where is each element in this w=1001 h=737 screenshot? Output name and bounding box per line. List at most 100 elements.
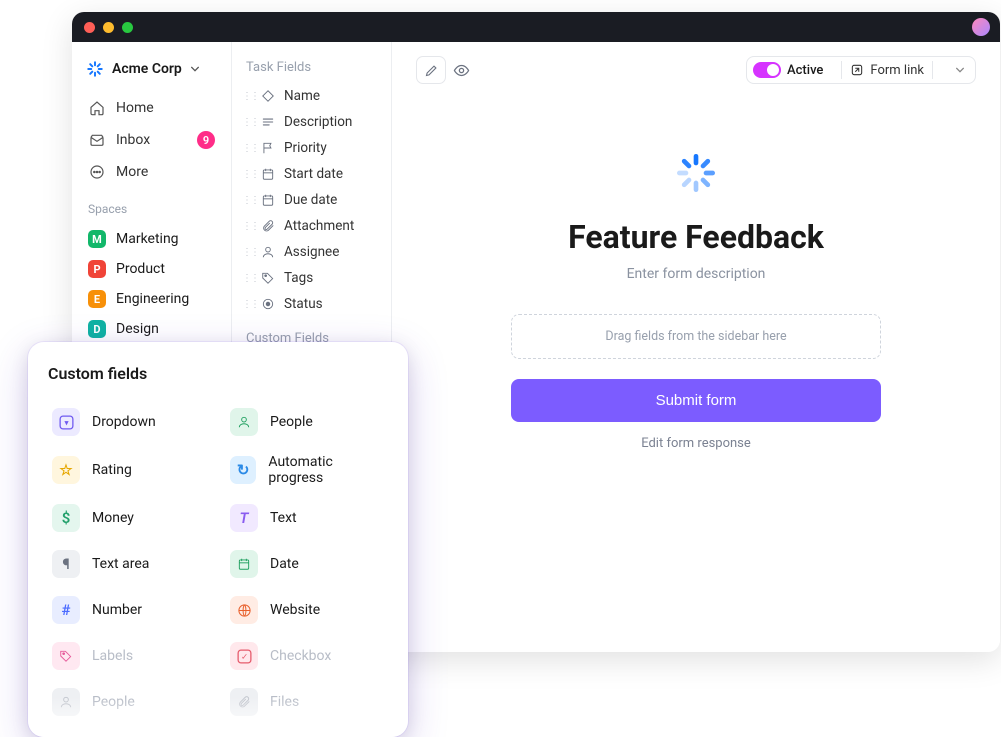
- custom-field-type[interactable]: TText: [226, 497, 388, 539]
- field-type-label: Dropdown: [92, 414, 156, 430]
- lines-icon: [260, 114, 276, 130]
- custom-field-type[interactable]: People: [226, 401, 388, 443]
- popover-title: Custom fields: [48, 364, 388, 383]
- field-type-icon: [230, 688, 258, 716]
- field-label: Name: [284, 88, 320, 104]
- flag-icon: [260, 140, 276, 156]
- task-field-item[interactable]: ⋮⋮ Due date: [238, 187, 385, 213]
- field-label: Attachment: [284, 218, 354, 234]
- custom-fields-grid: ▾ Dropdown People ☆Rating ↻Automatic progres…: [48, 401, 388, 723]
- space-item[interactable]: MMarketing: [82, 224, 221, 254]
- space-label: Marketing: [116, 231, 179, 247]
- custom-field-type: Files: [226, 681, 388, 723]
- calendar-icon: [260, 166, 276, 182]
- window-controls: [84, 22, 133, 33]
- divider: [841, 61, 842, 79]
- field-type-label: Automatic progress: [268, 454, 384, 486]
- task-field-item[interactable]: ⋮⋮ Tags: [238, 265, 385, 291]
- custom-field-type[interactable]: ▾ Dropdown: [48, 401, 210, 443]
- form-title[interactable]: Feature Feedback: [568, 218, 824, 256]
- form-canvas: Active Form link Feature Feedback Enter …: [392, 42, 1000, 652]
- space-item[interactable]: EEngineering: [82, 284, 221, 314]
- field-drop-zone[interactable]: Drag fields from the sidebar here: [511, 314, 881, 359]
- minimize-window-button[interactable]: [103, 22, 114, 33]
- drag-handle-icon: ⋮⋮: [242, 247, 252, 258]
- workspace-logo-icon: [86, 60, 104, 78]
- field-type-icon: #: [52, 596, 80, 624]
- task-field-item[interactable]: ⋮⋮Status: [238, 291, 385, 317]
- space-item[interactable]: PProduct: [82, 254, 221, 284]
- task-field-item[interactable]: ⋮⋮Priority: [238, 135, 385, 161]
- space-label: Design: [116, 321, 159, 337]
- custom-field-type[interactable]: Date: [226, 543, 388, 585]
- field-type-label: Checkbox: [270, 648, 331, 664]
- nav-home-label: Home: [116, 100, 154, 116]
- form-logo: [671, 148, 721, 198]
- form-options-dropdown[interactable]: [951, 65, 969, 75]
- calendar-icon: [260, 192, 276, 208]
- active-label: Active: [787, 63, 823, 78]
- field-label: Status: [284, 296, 323, 312]
- edit-mode-button[interactable]: [416, 56, 446, 84]
- field-type-icon: ☆: [52, 456, 80, 484]
- nav-more[interactable]: More: [82, 156, 221, 188]
- clip-icon: [260, 218, 276, 234]
- task-field-item[interactable]: ⋮⋮Description: [238, 109, 385, 135]
- field-type-icon: $: [52, 504, 80, 532]
- task-field-item[interactable]: ⋮⋮Start date: [238, 161, 385, 187]
- svg-text:✓: ✓: [240, 652, 247, 662]
- more-icon: [88, 163, 106, 181]
- titlebar: [72, 12, 1000, 42]
- task-fields-heading: Task Fields: [238, 56, 385, 83]
- field-type-icon: [230, 408, 258, 436]
- field-type-label: Text area: [92, 556, 149, 572]
- nav-home[interactable]: Home: [82, 92, 221, 124]
- form-description-placeholder[interactable]: Enter form description: [627, 266, 766, 282]
- inbox-icon: [88, 131, 106, 149]
- custom-field-type: Labels: [48, 635, 210, 677]
- field-label: Due date: [284, 192, 337, 208]
- task-field-item[interactable]: ⋮⋮Attachment: [238, 213, 385, 239]
- inbox-badge: 9: [197, 131, 215, 149]
- form-preview: Feature Feedback Enter form description …: [416, 84, 976, 451]
- custom-field-type[interactable]: $ Money: [48, 497, 210, 539]
- field-label: Tags: [284, 270, 313, 286]
- active-toggle[interactable]: [753, 62, 781, 78]
- task-field-item[interactable]: ⋮⋮Assignee: [238, 239, 385, 265]
- spaces-list: MMarketingPProductEEngineeringDDesign: [82, 224, 221, 344]
- drag-handle-icon: ⋮⋮: [242, 273, 252, 284]
- user-avatar[interactable]: [972, 18, 990, 36]
- form-link-button[interactable]: Form link: [850, 63, 924, 78]
- drag-handle-icon: ⋮⋮: [242, 195, 252, 206]
- custom-field-type[interactable]: ↻Automatic progress: [226, 447, 388, 493]
- drag-handle-icon: ⋮⋮: [242, 117, 252, 128]
- drag-handle-icon: ⋮⋮: [242, 169, 252, 180]
- close-window-button[interactable]: [84, 22, 95, 33]
- drag-handle-icon: ⋮⋮: [242, 91, 252, 102]
- custom-field-type[interactable]: Website: [226, 589, 388, 631]
- field-type-icon: [52, 642, 80, 670]
- space-label: Product: [116, 261, 165, 277]
- workspace-name: Acme Corp: [112, 61, 182, 77]
- home-icon: [88, 99, 106, 117]
- workspace-selector[interactable]: Acme Corp: [82, 56, 221, 92]
- maximize-window-button[interactable]: [122, 22, 133, 33]
- custom-field-type[interactable]: ☆Rating: [48, 447, 210, 493]
- space-item[interactable]: DDesign: [82, 314, 221, 344]
- field-type-label: People: [92, 694, 135, 710]
- field-type-icon: ▾: [52, 408, 80, 436]
- submit-button[interactable]: Submit form: [511, 379, 881, 422]
- field-type-label: Money: [92, 510, 134, 526]
- field-type-icon: [230, 596, 258, 624]
- custom-field-type[interactable]: #Number: [48, 589, 210, 631]
- nav-inbox[interactable]: Inbox 9: [82, 124, 221, 156]
- task-field-item[interactable]: ⋮⋮ Name: [238, 83, 385, 109]
- preview-button[interactable]: [446, 56, 476, 84]
- edit-response-link[interactable]: Edit form response: [641, 436, 751, 451]
- task-fields-list: ⋮⋮ Name ⋮⋮Description⋮⋮Priority⋮⋮Start dat…: [238, 83, 385, 317]
- field-type-label: Labels: [92, 648, 133, 664]
- link-icon: [850, 63, 864, 77]
- custom-field-type[interactable]: ¶Text area: [48, 543, 210, 585]
- field-type-label: Date: [270, 556, 299, 572]
- circle-dot-icon: [260, 296, 276, 312]
